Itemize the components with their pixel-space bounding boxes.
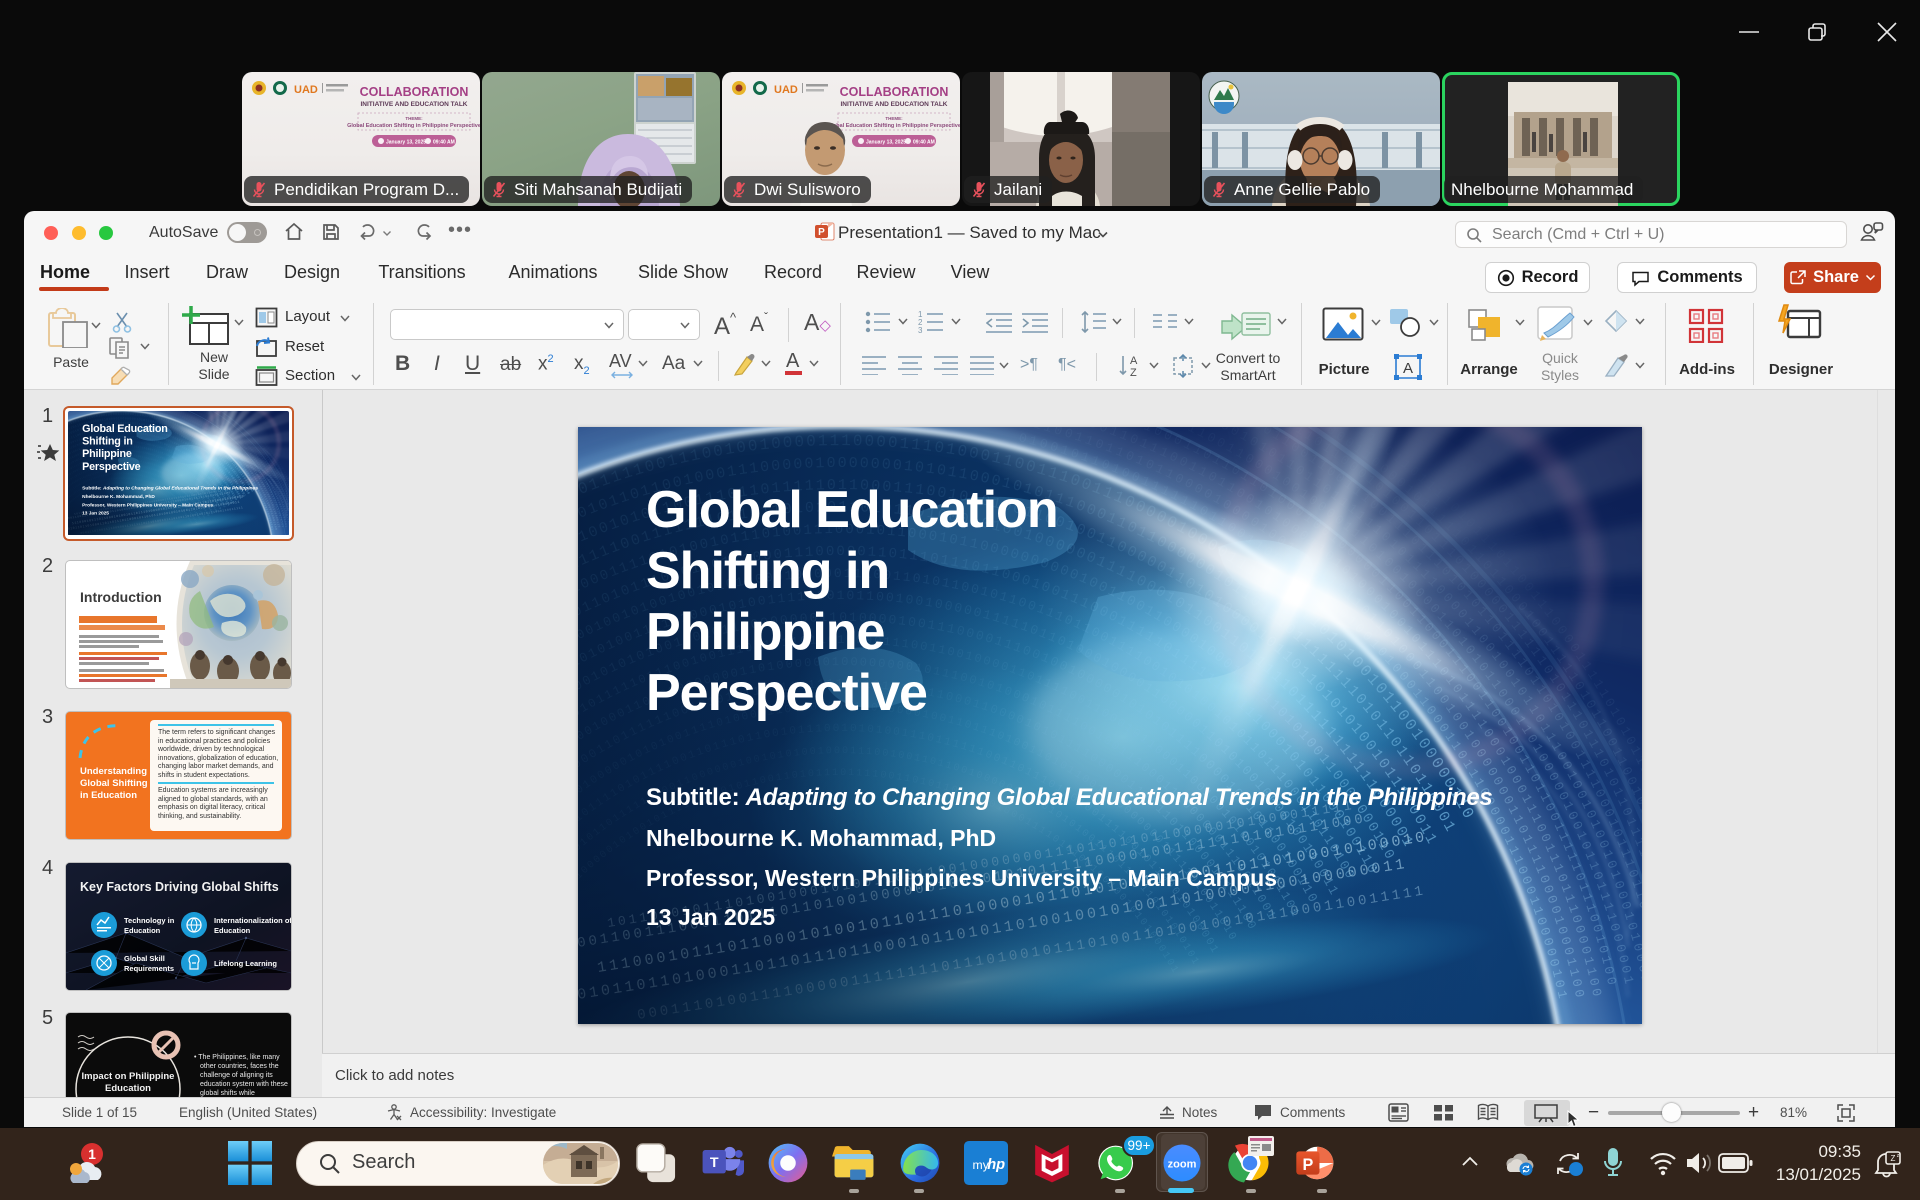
svg-text:Education: Education <box>214 926 251 935</box>
svg-text:INITIATIVE AND EDUCATION TALK: INITIATIVE AND EDUCATION TALK <box>840 101 947 108</box>
svg-text:INITIATIVE AND EDUCATION TALK: INITIATIVE AND EDUCATION TALK <box>360 101 467 108</box>
svg-text:THEME:: THEME: <box>405 116 423 121</box>
svg-text:global shifts while: global shifts while <box>200 1090 255 1097</box>
svg-text:1: 1 <box>88 1146 96 1162</box>
svg-text:A: A <box>1130 355 1138 367</box>
svg-text:P: P <box>818 227 825 238</box>
svg-text:Lifelong Learning: Lifelong Learning <box>214 959 277 968</box>
svg-text:UAD: UAD <box>774 84 798 96</box>
svg-text:COLLABORATION: COLLABORATION <box>360 85 469 99</box>
svg-text:other countries, faces the: other countries, faces the <box>200 1063 279 1070</box>
svg-text:challenge of aligning its: challenge of aligning its <box>200 1072 273 1079</box>
svg-text:January 13, 2025: January 13, 2025 <box>386 140 426 146</box>
svg-text:Internationalization of: Internationalization of <box>214 916 291 925</box>
svg-text:09:40 AM: 09:40 AM <box>433 140 455 146</box>
svg-text:Z: Z <box>1891 1154 1896 1163</box>
svg-text:• The Philippines, like many: • The Philippines, like many <box>194 1054 280 1061</box>
svg-text:Z: Z <box>1130 367 1137 378</box>
svg-text:COLLABORATION: COLLABORATION <box>840 85 949 99</box>
svg-text:P: P <box>1302 1156 1313 1174</box>
svg-text:Education: Education <box>105 1083 151 1094</box>
svg-text:3: 3 <box>918 326 923 334</box>
svg-text:Global Education Shifting in P: Global Education Shifting in Philippine … <box>827 123 960 129</box>
svg-text:A: A <box>1403 360 1413 377</box>
svg-text:Key Factors Driving Global Shi: Key Factors Driving Global Shifts <box>80 880 279 894</box>
svg-text:Global Education Shifting in P: Global Education Shifting in Philippine … <box>347 123 480 129</box>
svg-text:hp: hp <box>987 1157 1005 1173</box>
svg-text:Global Skill: Global Skill <box>124 954 165 963</box>
svg-text:THEME:: THEME: <box>885 116 903 121</box>
svg-text:UAD: UAD <box>294 84 318 96</box>
svg-text:Impact on Philippine: Impact on Philippine <box>82 1071 175 1082</box>
svg-text:T: T <box>710 1155 719 1171</box>
svg-text:09:40 AM: 09:40 AM <box>913 140 935 146</box>
svg-text:Education: Education <box>124 926 161 935</box>
svg-text:Technology in: Technology in <box>124 916 175 925</box>
svg-text:zoom: zoom <box>1168 1159 1197 1171</box>
svg-text:January 13, 2025: January 13, 2025 <box>866 140 906 146</box>
svg-text:Requirements: Requirements <box>124 964 174 973</box>
svg-text:education system with these: education system with these <box>200 1081 288 1088</box>
